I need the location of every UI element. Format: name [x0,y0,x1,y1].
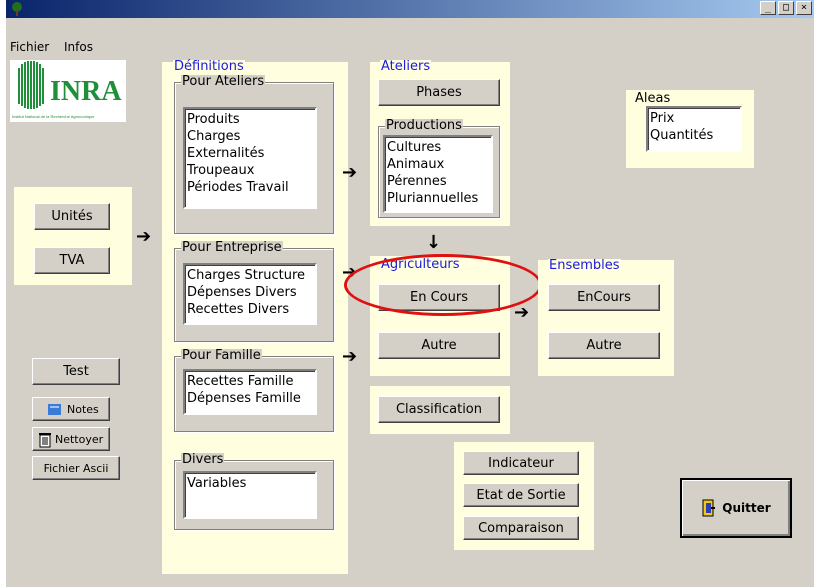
ensembles-panel: Ensembles EnCours Autre [538,258,674,376]
list-item[interactable]: Pérennes [387,173,489,190]
tva-button[interactable]: TVA [34,247,110,274]
tree-icon [12,2,22,16]
trash-icon [39,433,51,448]
inra-logo-graphic: INRA Institut National de la Recherche A… [12,61,122,119]
aleas-title: Aleas [635,91,671,106]
arrow-right-icon: ➔ [136,226,152,247]
unites-button[interactable]: Unités [34,203,110,230]
list-item[interactable]: Produits [187,111,313,128]
productions-group: Productions Cultures Animaux Pérennes Pl… [378,119,500,218]
ensembles-en-cours-button[interactable]: EnCours [548,284,660,311]
pour-entreprise-label: Pour Entreprise [181,240,283,255]
nettoyer-label: Nettoyer [55,432,104,446]
productions-list[interactable]: Cultures Animaux Pérennes Pluriannuelles [383,135,493,213]
notes-label: Notes [67,402,99,416]
ensembles-autre-button[interactable]: Autre [548,332,660,359]
divers-label: Divers [181,452,225,467]
nettoyer-button[interactable]: Nettoyer [32,427,110,451]
maximize-button[interactable]: □ [778,1,794,15]
list-item[interactable]: Dépenses Famille [187,390,313,407]
classification-panel: Classification [370,386,510,434]
list-item[interactable]: Externalités [187,145,313,162]
arrow-right-icon: ➔ [342,162,358,183]
pour-famille-label: Pour Famille [181,348,262,363]
menu-fichier[interactable]: Fichier [10,40,49,54]
arrow-right-icon: ➔ [514,302,530,323]
pour-entreprise-list[interactable]: Charges Structure Dépenses Divers Recett… [183,263,317,325]
notes-icon [48,404,61,415]
exit-door-icon [702,499,716,517]
pour-famille-group: Pour Famille Recettes Famille Dépenses F… [174,349,334,432]
list-item[interactable]: Troupeaux [187,162,313,179]
etat-de-sortie-button[interactable]: Etat de Sortie [463,483,579,507]
arrow-down-icon: ↓ [426,232,442,253]
menu-infos[interactable]: Infos [64,40,93,54]
pour-ateliers-label: Pour Ateliers [181,74,266,89]
notes-button[interactable]: Notes [32,397,110,421]
minimize-button[interactable]: _ [760,1,776,15]
classification-button[interactable]: Classification [378,396,500,423]
list-item[interactable]: Charges [187,128,313,145]
aleas-list[interactable]: Prix Quantités [646,106,742,152]
svg-text:Institut National de la Recher: Institut National de la Recherche Agrono… [12,114,95,119]
main-window: _ □ × Fichier Infos INRA Institut Nation… [6,0,814,587]
list-item[interactable]: Quantités [650,127,738,144]
quitter-label: Quitter [722,501,771,515]
aleas-panel: Aleas Prix Quantités [626,90,754,168]
units-panel: Unités TVA [14,187,132,285]
list-item[interactable]: Animaux [387,156,489,173]
productions-label: Productions [385,118,463,133]
pour-famille-list[interactable]: Recettes Famille Dépenses Famille [183,369,317,415]
list-item[interactable]: Recettes Divers [187,301,313,318]
close-button[interactable]: × [796,1,812,15]
list-item[interactable]: Recettes Famille [187,373,313,390]
title-bar: _ □ × [6,0,814,18]
list-item[interactable]: Pluriannuelles [387,190,489,207]
arrow-right-icon: ➔ [342,346,358,367]
ateliers-panel: Ateliers Phases Productions Cultures Ani… [370,59,510,226]
list-item[interactable]: Périodes Travail [187,179,313,196]
definitions-title: Définitions [173,59,245,74]
phases-button[interactable]: Phases [378,79,500,106]
divers-group: Divers Variables [174,453,334,530]
fichier-ascii-button[interactable]: Fichier Ascii [32,456,120,480]
inra-logo: INRA Institut National de la Recherche A… [10,60,126,122]
definitions-panel: Définitions Pour Ateliers Produits Charg… [162,59,348,574]
divers-list[interactable]: Variables [183,471,317,519]
list-item[interactable]: Cultures [387,139,489,156]
outputs-panel: Indicateur Etat de Sortie Comparaison [454,442,594,550]
comparaison-button[interactable]: Comparaison [463,516,579,540]
list-item[interactable]: Variables [187,475,313,492]
svg-text:INRA: INRA [50,76,122,107]
list-item[interactable]: Charges Structure [187,267,313,284]
pour-ateliers-group: Pour Ateliers Produits Charges Externali… [174,75,334,234]
agriculteurs-autre-button[interactable]: Autre [378,332,500,359]
list-item[interactable]: Dépenses Divers [187,284,313,301]
highlight-ellipse [344,254,542,316]
ateliers-title: Ateliers [380,59,432,74]
quitter-button[interactable]: Quitter [680,478,792,538]
pour-entreprise-group: Pour Entreprise Charges Structure Dépens… [174,241,334,342]
list-item[interactable]: Prix [650,110,738,127]
pour-ateliers-list[interactable]: Produits Charges Externalités Troupeaux … [183,107,317,209]
ensembles-title: Ensembles [548,258,621,273]
test-button[interactable]: Test [32,358,120,385]
indicateur-button[interactable]: Indicateur [463,451,579,475]
